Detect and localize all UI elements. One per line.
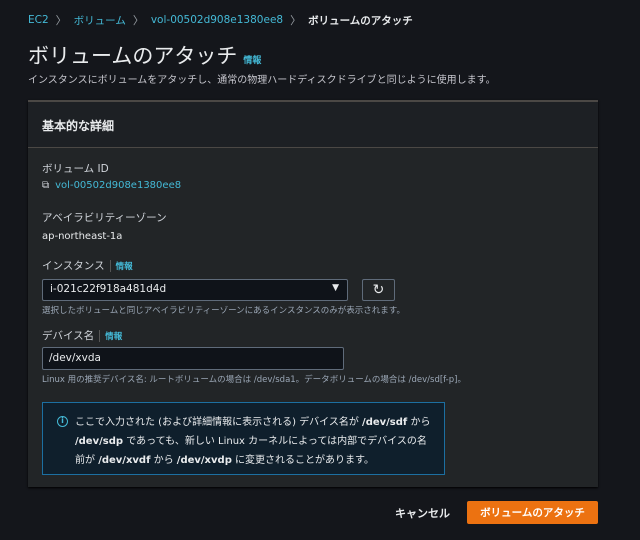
az-value: ap-northeast-1a [42, 231, 123, 242]
breadcrumb-ec2[interactable]: EC2 [28, 14, 49, 26]
breadcrumb-volumes[interactable]: ボリューム [74, 13, 126, 28]
attach-volume-button[interactable]: ボリュームのアタッチ [467, 501, 598, 524]
info-icon: i [57, 416, 68, 427]
panel-title: 基本的な詳細 [28, 102, 598, 148]
instance-select[interactable]: i-021c22f918a481d4d ▼ [42, 279, 348, 301]
device-label: デバイス名 情報 [42, 328, 122, 343]
breadcrumb-current: ボリュームのアタッチ [308, 14, 413, 27]
instance-select-value: i-021c22f918a481d4d [50, 283, 167, 295]
info-alert: i ここで入力された (および詳細情報に表示される) デバイス名が /dev/s… [42, 402, 445, 475]
breadcrumb: EC2 〉 ボリューム〉 vol-00502d908e1380ee8 〉 ボリューム… [28, 12, 413, 28]
alert-text: /dev/sdf [362, 417, 408, 428]
chevron-right-icon: 〉 [55, 14, 67, 27]
page-title-text: ボリュームのアタッチ [28, 44, 238, 68]
az-label: アベイラビリティーゾーン [42, 212, 167, 224]
alert-text: から [407, 417, 431, 428]
alert-text: /dev/sdp [75, 436, 124, 447]
cancel-button[interactable]: キャンセル [395, 505, 450, 521]
instance-info-link[interactable]: 情報 [109, 259, 133, 272]
caret-down-icon: ▼ [332, 283, 339, 293]
device-hint: Linux 用の推奨デバイス名: ルートボリュームの場合は /dev/sda1。… [42, 375, 466, 385]
alert-text: /dev/xvdp [176, 455, 232, 466]
info-link[interactable]: 情報 [243, 53, 261, 66]
volume-id-label: ボリューム ID [42, 163, 109, 175]
basic-details-panel: 基本的な詳細 ボリューム ID ⧉ vol-00502d908e1380ee8 … [28, 100, 598, 487]
refresh-button[interactable]: ↻ [362, 279, 395, 301]
volume-id-value[interactable]: vol-00502d908e1380ee8 [55, 180, 181, 191]
breadcrumb-volume-id[interactable]: vol-00502d908e1380ee8 [151, 14, 283, 26]
alert-text: /dev/xvdf [98, 455, 151, 466]
device-name-input[interactable]: /dev/xvda [42, 347, 344, 370]
refresh-icon: ↻ [372, 282, 385, 298]
page-title: ボリュームのアタッチ 情報 [28, 40, 261, 70]
copy-icon[interactable]: ⧉ [42, 180, 49, 191]
instance-label-text: インスタンス [42, 260, 105, 272]
instance-label: インスタンス 情報 [42, 258, 133, 273]
page-description: インスタンスにボリュームをアタッチし、通常の物理ハードディスクドライブと同じよう… [28, 75, 496, 86]
device-info-link[interactable]: 情報 [99, 329, 122, 342]
chevron-right-icon: 〉 [290, 14, 302, 27]
chevron-right-icon: 〉 [132, 14, 144, 27]
device-label-text: デバイス名 [42, 330, 95, 342]
alert-text: ここで入力された (および詳細情報に表示される) デバイス名が [75, 417, 363, 428]
alert-text: に変更されることがあります。 [231, 455, 375, 466]
alert-text: から [150, 455, 177, 466]
instance-hint: 選択したボリュームと同じアベイラビリティーゾーンにあるインスタンスのみが表示され… [42, 306, 405, 316]
